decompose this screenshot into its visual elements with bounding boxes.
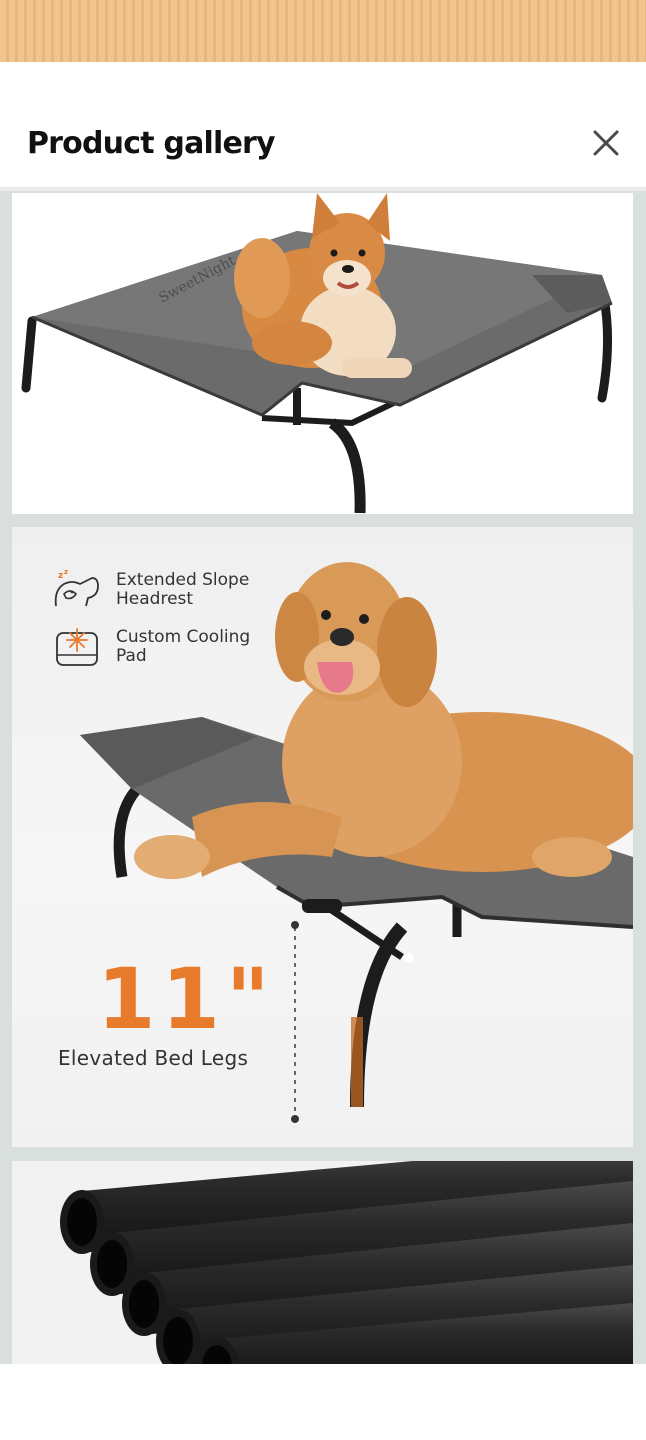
leg-height-value: 11" bbox=[97, 950, 276, 1048]
gallery-image-2[interactable]: z z Extended Slope Headrest Custom Cooli… bbox=[12, 527, 633, 1147]
dog-cot-photo: SweetNight bbox=[21, 193, 613, 514]
feature-cooling-pad: Custom Cooling Pad bbox=[52, 625, 276, 669]
svg-text:z: z bbox=[58, 571, 63, 581]
dog-headrest-icon: z z bbox=[54, 568, 99, 607]
gallery-image-1[interactable]: SweetNight bbox=[12, 193, 633, 514]
feature-headrest: z z Extended Slope Headrest bbox=[52, 568, 276, 612]
feature-cooling-pad-label: Custom Cooling Pad bbox=[116, 627, 251, 666]
steel-tubes-photo bbox=[60, 1161, 633, 1364]
close-icon bbox=[593, 130, 619, 156]
gallery-image-3[interactable] bbox=[12, 1161, 633, 1364]
feature-headrest-label: Extended Slope Headrest bbox=[116, 570, 250, 609]
leg-height-caption: Elevated Bed Legs bbox=[58, 1046, 249, 1070]
snowflake-pad-icon bbox=[56, 628, 98, 666]
close-button[interactable] bbox=[585, 122, 627, 164]
gallery-list: SweetNight z z Extended Slope Headrest C… bbox=[0, 191, 646, 1364]
background-page-strip bbox=[0, 0, 646, 62]
svg-text:z: z bbox=[64, 568, 68, 576]
page-title: Product gallery bbox=[27, 126, 276, 161]
